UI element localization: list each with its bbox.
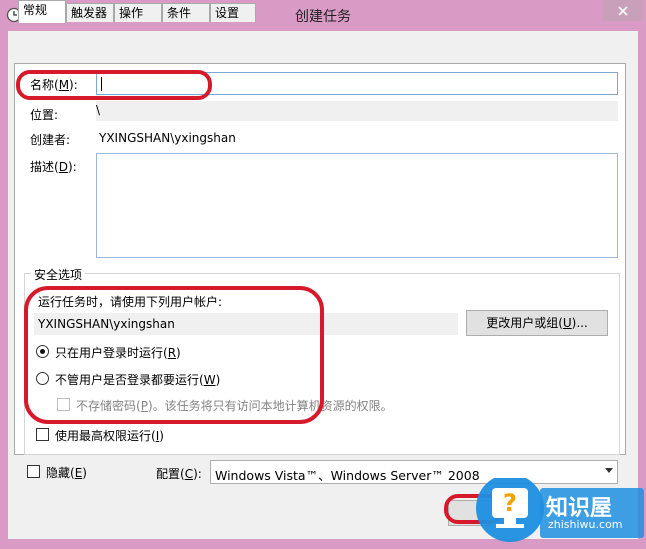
hidden-label[interactable]: 隐藏(E) <box>46 464 87 481</box>
change-user-button[interactable]: 更改用户或组(U)... <box>466 310 608 336</box>
text-cursor <box>101 77 102 91</box>
location-field: \ <box>96 101 618 121</box>
user-account-field: YXINGSHAN\yxingshan <box>34 313 458 335</box>
hidden-checkbox[interactable] <box>27 465 40 478</box>
tab-label: 操作 <box>119 6 144 20</box>
do-not-store-password-label: 不存储密码(P)。该任务将只有访问本地计算机资源的权限。 <box>76 399 393 413</box>
watermark-logo: ? 知识屋 zhishiwu.com <box>470 474 646 546</box>
run-as-label: 运行任务时，请使用下列用户帐户: <box>38 295 223 309</box>
location-value: \ <box>96 103 101 117</box>
svg-text:?: ? <box>503 489 517 517</box>
tab-general[interactable]: 常规 <box>18 0 66 23</box>
do-not-store-password-checkbox[interactable] <box>57 398 70 411</box>
tab-label: 条件 <box>167 6 192 20</box>
close-icon <box>618 5 628 16</box>
security-group-title: 安全选项 <box>31 266 86 283</box>
watermark-url: zhishiwu.com <box>548 518 623 531</box>
tab-actions[interactable]: 操作 <box>114 3 162 22</box>
highest-privileges-checkbox[interactable] <box>36 428 49 441</box>
location-label: 位置: <box>30 108 59 122</box>
description-label: 描述(D): <box>30 160 77 174</box>
run-whether-logged-on-radio[interactable] <box>36 372 49 385</box>
user-account-value: YXINGSHAN\yxingshan <box>38 317 175 331</box>
config-selected-value: Windows Vista™、Windows Server™ 2008 <box>215 468 480 483</box>
name-label: 名称(M): <box>30 78 78 92</box>
author-value: YXINGSHAN\yxingshan <box>99 131 236 145</box>
highest-privileges-label[interactable]: 使用最高权限运行(I) <box>55 427 164 444</box>
name-input[interactable] <box>96 72 618 95</box>
description-textarea[interactable] <box>96 153 618 258</box>
chevron-down-icon <box>605 468 613 473</box>
author-label: 创建者: <box>30 133 71 147</box>
tab-label: 设置 <box>215 6 240 20</box>
close-button[interactable] <box>603 0 643 21</box>
tab-label: 触发器 <box>71 6 108 20</box>
tab-triggers[interactable]: 触发器 <box>66 3 114 22</box>
tab-conditions[interactable]: 条件 <box>162 3 210 22</box>
run-logged-on-radio[interactable] <box>36 345 49 358</box>
config-label: 配置(C): <box>156 467 202 481</box>
run-whether-logged-on-label[interactable]: 不管用户是否登录都要运行(W) <box>55 371 220 388</box>
tab-settings[interactable]: 设置 <box>210 3 256 22</box>
run-logged-on-label[interactable]: 只在用户登录时运行(R) <box>55 344 181 361</box>
tab-label: 常规 <box>23 3 48 17</box>
